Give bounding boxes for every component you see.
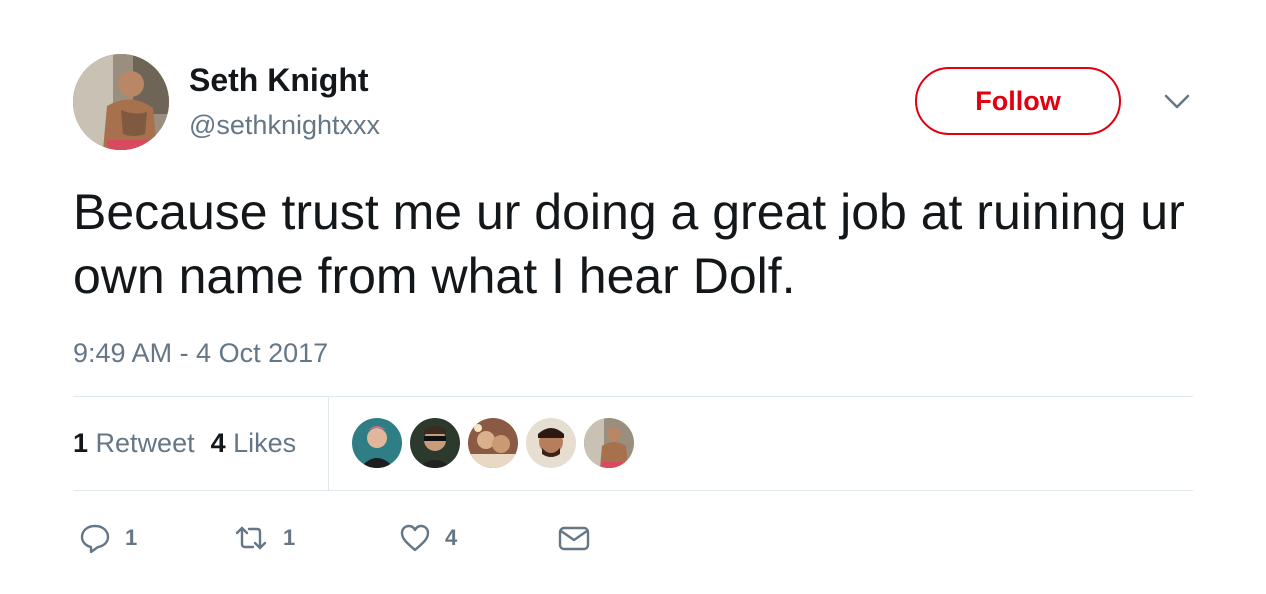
liker-avatar[interactable] bbox=[468, 418, 518, 468]
author-avatar[interactable] bbox=[73, 54, 169, 150]
tweet-timestamp[interactable]: 9:49 AM - 4 Oct 2017 bbox=[73, 336, 328, 370]
likes-stat[interactable]: 4 Likes bbox=[211, 428, 297, 458]
envelope-icon bbox=[558, 526, 590, 551]
retweet-button[interactable]: 1 bbox=[233, 515, 295, 561]
author-display-name[interactable]: Seth Knight bbox=[189, 60, 369, 100]
author-avatar-image bbox=[73, 54, 169, 150]
heart-icon bbox=[400, 524, 430, 552]
retweet-count: 1 bbox=[283, 525, 296, 550]
liker-avatar-image bbox=[410, 418, 460, 468]
likes-stat-count: 4 bbox=[210, 428, 226, 458]
stats-separator bbox=[328, 397, 329, 490]
liker-avatar-image bbox=[352, 418, 402, 468]
divider bbox=[73, 396, 1193, 397]
likes-stat-label: Likes bbox=[233, 428, 297, 458]
retweet-icon bbox=[235, 526, 267, 550]
tweet-text: Because trust me ur doing a great job at… bbox=[73, 184, 1185, 304]
chevron-down-icon bbox=[1164, 94, 1190, 109]
follow-button[interactable]: Follow bbox=[915, 67, 1121, 135]
liker-avatar-image bbox=[584, 418, 634, 468]
reply-button[interactable]: 1 bbox=[79, 515, 137, 561]
retweets-stat[interactable]: 1 Retweet bbox=[73, 428, 195, 458]
author-handle[interactable]: @sethknightxxx bbox=[189, 108, 380, 142]
liker-avatar[interactable] bbox=[352, 418, 402, 468]
liker-avatar[interactable] bbox=[526, 418, 576, 468]
like-count: 4 bbox=[445, 525, 458, 550]
tweet-stats: 1 Retweet 4 Likes bbox=[73, 426, 312, 460]
divider bbox=[73, 490, 1193, 491]
reply-icon bbox=[80, 524, 110, 554]
liker-avatar-image bbox=[468, 418, 518, 468]
like-button[interactable]: 4 bbox=[399, 515, 457, 561]
liker-avatar-image bbox=[526, 418, 576, 468]
retweets-stat-label: Retweet bbox=[95, 428, 195, 458]
retweets-stat-count: 1 bbox=[73, 428, 89, 458]
direct-message-button[interactable] bbox=[557, 515, 591, 561]
reply-count: 1 bbox=[125, 525, 138, 550]
liker-avatar[interactable] bbox=[584, 418, 634, 468]
liker-avatar[interactable] bbox=[410, 418, 460, 468]
more-options-button[interactable] bbox=[1160, 88, 1194, 114]
